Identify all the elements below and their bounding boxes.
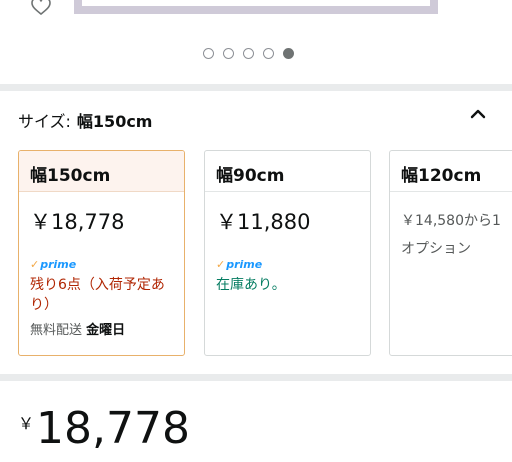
prime-label: prime	[226, 258, 263, 271]
prime-badge: ✓ prime	[30, 258, 173, 271]
size-selected-value: 幅150cm	[76, 112, 153, 131]
size-selector-header: サイズ: 幅150cm	[18, 108, 152, 132]
stock-status: 在庫あり。	[216, 277, 286, 293]
size-option-note: オプション	[401, 241, 471, 257]
carousel-dot[interactable]	[243, 48, 254, 59]
size-option-name: 幅90cm	[205, 151, 370, 192]
size-option-card-120[interactable]: 幅120cm ￥14,580から1 オプション	[389, 150, 512, 356]
size-option-card-150[interactable]: 幅150cm ￥18,778 ✓ prime 残り6点（入荷予定あり） 無料配送 …	[18, 150, 185, 356]
prime-badge: ✓ prime	[216, 258, 359, 271]
size-option-price: ￥18,778	[30, 210, 125, 234]
section-divider	[0, 374, 512, 381]
size-option-price: ￥14,580から1	[401, 213, 501, 229]
collapse-chevron-up-icon[interactable]	[466, 104, 490, 124]
section-divider	[0, 84, 512, 91]
product-page: サイズ: 幅150cm 幅150cm ￥18,778 ✓ prime 残り6点（入荷…	[0, 0, 512, 462]
delivery-label: 無料配送	[30, 323, 83, 338]
currency-symbol: ￥	[18, 414, 35, 433]
product-price: ￥ 18,778	[18, 404, 190, 454]
stock-status: 残り6点（入荷予定あり）	[30, 277, 165, 313]
product-image[interactable]	[74, 0, 438, 14]
carousel-dots	[203, 48, 294, 59]
carousel-dot[interactable]	[263, 48, 274, 59]
prime-check-icon: ✓	[30, 258, 40, 271]
price-amount: 18,778	[36, 403, 190, 454]
size-label: サイズ:	[18, 112, 71, 131]
delivery-info: 無料配送 金曜日	[30, 319, 173, 338]
size-option-name: 幅120cm	[390, 151, 512, 192]
size-option-name: 幅150cm	[19, 151, 184, 192]
size-option-card-90[interactable]: 幅90cm ￥11,880 ✓ prime 在庫あり。	[204, 150, 371, 356]
carousel-dot-active[interactable]	[283, 48, 294, 59]
prime-label: prime	[40, 258, 77, 271]
image-carousel[interactable]	[0, 0, 512, 84]
size-option-price: ￥11,880	[216, 210, 311, 234]
wishlist-heart-icon[interactable]	[26, 0, 56, 22]
prime-check-icon: ✓	[216, 258, 226, 271]
carousel-dot[interactable]	[203, 48, 214, 59]
carousel-dot[interactable]	[223, 48, 234, 59]
delivery-day: 金曜日	[86, 323, 126, 338]
